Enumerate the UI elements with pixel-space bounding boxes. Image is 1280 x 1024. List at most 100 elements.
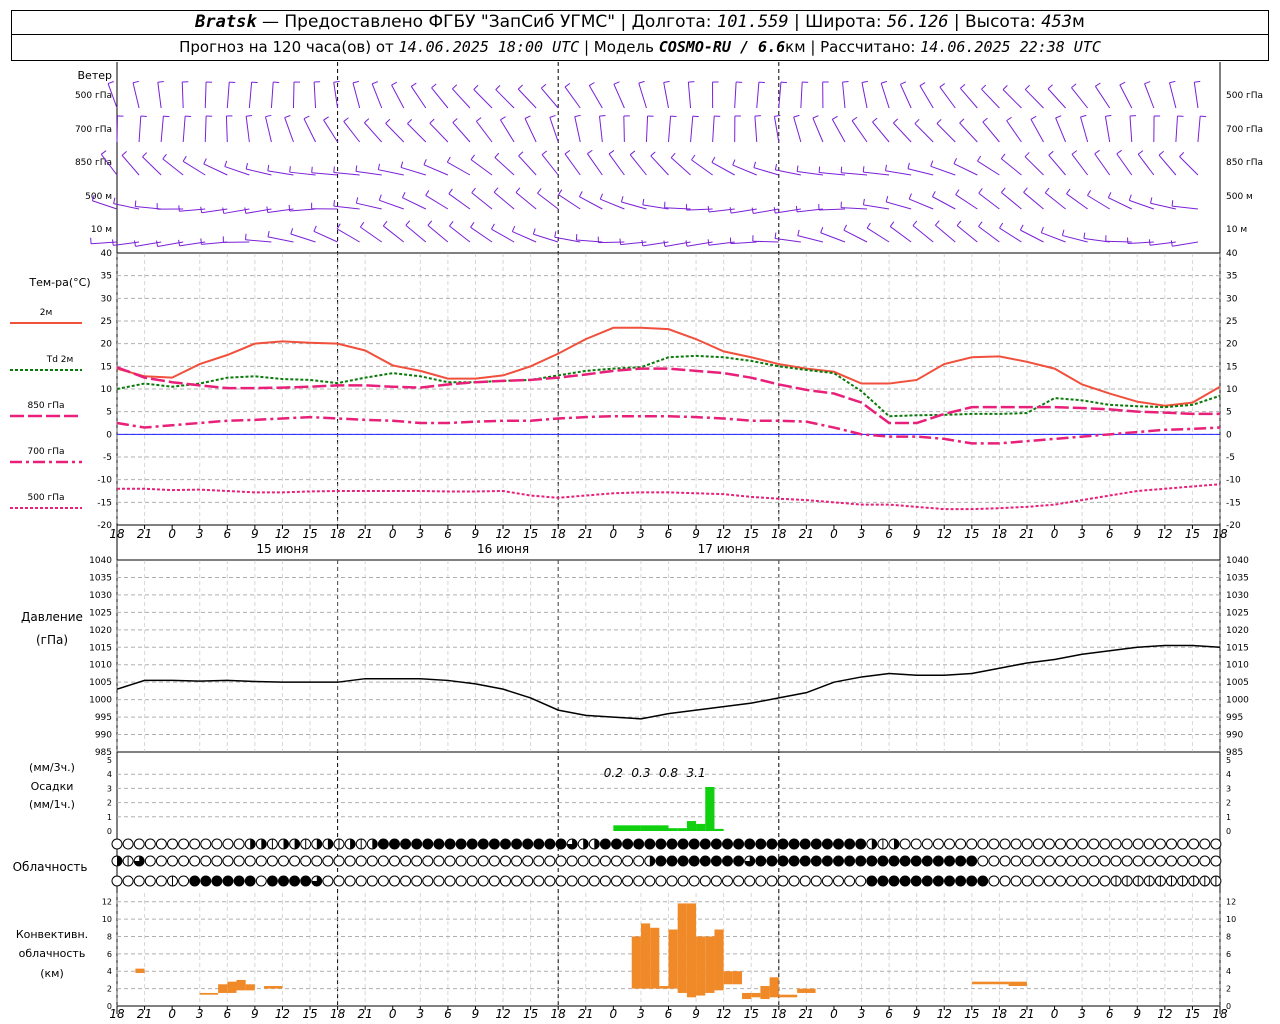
temp-tick-right: 20 <box>1226 340 1238 350</box>
cloud-symbol <box>322 855 334 867</box>
wind-barb-feather <box>1066 188 1071 195</box>
time-tick-label-middle: 0 <box>1051 527 1059 541</box>
time-tick-label-middle: 3 <box>196 527 204 541</box>
wind-barb-feather <box>246 114 253 117</box>
cloud-circle <box>644 838 656 850</box>
wind-barb <box>899 84 912 109</box>
cloud-symbol <box>555 875 567 887</box>
cloud-symbol <box>300 875 312 887</box>
wind-barb <box>919 85 934 109</box>
cloud-symbol <box>500 838 511 850</box>
cloud-symbol <box>1154 855 1166 867</box>
time-tick-label-middle: 0 <box>830 527 838 541</box>
wind-barb-feather <box>245 233 247 240</box>
wind-barb-feather <box>707 239 710 246</box>
wind-barb-feather <box>448 188 453 195</box>
wind-barb <box>1094 153 1111 176</box>
cloud-symbol <box>244 855 256 867</box>
wind-barb <box>181 81 184 109</box>
wind-barb <box>851 120 868 143</box>
cloud-half <box>871 839 877 849</box>
wind-barb <box>935 224 956 243</box>
cloud-circle <box>999 875 1011 887</box>
cloud-symbol <box>300 855 312 867</box>
cloud-symbol <box>1210 875 1222 887</box>
conv-cloud-bar <box>199 992 219 995</box>
wind-barb <box>1071 87 1089 109</box>
cloud-symbol <box>344 855 356 867</box>
wind-barb-feather <box>518 151 524 157</box>
cloud-circle <box>977 875 989 887</box>
conv-tick-right: 8 <box>1226 932 1231 941</box>
wind-barb <box>493 191 515 210</box>
cloud-circle <box>522 855 534 867</box>
wind-barb <box>908 198 934 210</box>
wind-barb <box>1193 82 1199 109</box>
wind-barb-feather <box>851 116 858 122</box>
wind-barb <box>383 225 405 243</box>
cloud-circle <box>544 855 556 867</box>
cloud-circle <box>744 838 756 850</box>
cloud-circle <box>544 838 556 850</box>
wind-barb-feather <box>311 166 313 173</box>
precip-3h-label: 0.8 <box>659 766 678 780</box>
cloud-symbol <box>255 838 267 850</box>
cloud-circle <box>155 855 167 867</box>
wind-barb <box>687 82 692 109</box>
precip-3h-label: 0.3 <box>631 766 650 780</box>
temp-tick-right: 35 <box>1226 272 1237 282</box>
cloud-circle <box>244 875 256 887</box>
wind-barb <box>564 86 581 109</box>
wind-barb <box>313 230 338 243</box>
cloud-circle <box>1043 875 1055 887</box>
cloud-symbol <box>733 875 745 887</box>
wind-barb-feather <box>1119 81 1126 86</box>
wind-barb <box>978 192 1000 210</box>
pressure-tick-right: 1030 <box>1226 591 1249 601</box>
time-tick-label-middle: 18 <box>109 527 125 541</box>
wind-barb <box>245 116 250 143</box>
conv-cloud-bar <box>751 992 761 998</box>
cloud-circle <box>167 855 178 867</box>
wind-barb-feather <box>840 166 843 173</box>
wind-barb-feather <box>476 117 482 122</box>
precip-tick-right: 1 <box>1226 813 1231 822</box>
wind-barb <box>982 121 1000 143</box>
wind-barb <box>313 82 317 109</box>
cloud-circle <box>266 855 278 867</box>
cloud-symbol <box>944 875 955 887</box>
cloud-symbol <box>300 838 312 850</box>
cloud-symbol <box>1088 838 1100 850</box>
wind-barb <box>407 123 427 143</box>
cloud-symbol <box>200 855 212 867</box>
wind-barb <box>549 117 559 143</box>
wind-barb <box>1066 193 1088 210</box>
wind-barb-feather <box>1158 150 1164 156</box>
cloud-circle <box>588 875 600 887</box>
temp-tick-left: -10 <box>97 476 112 486</box>
wind-barb-feather <box>452 84 458 90</box>
cloud-symbol <box>511 838 523 850</box>
wind-barb <box>1116 153 1133 176</box>
cloud-circle <box>555 855 567 867</box>
precip-panel-title: Осадки <box>31 780 74 793</box>
time-tick-label-middle: 12 <box>1157 527 1172 541</box>
cloud-circle <box>666 855 678 867</box>
wind-barb-feather <box>303 115 310 120</box>
cloud-circle <box>588 855 600 867</box>
wind-barb-feather <box>866 222 871 229</box>
cloud-symbol <box>1188 875 1200 887</box>
cloud-circle <box>766 855 778 867</box>
cloud-symbol <box>1154 838 1166 850</box>
wind-barb <box>248 82 253 109</box>
wind-barb-feather <box>908 193 912 200</box>
cloud-symbol <box>955 838 967 850</box>
wind-barb <box>264 116 272 143</box>
time-tick-label-middle: 6 <box>1106 527 1114 541</box>
wind-barb <box>452 122 471 143</box>
cloud-symbol <box>655 875 667 887</box>
cloud-symbol <box>1099 838 1111 850</box>
wind-barb <box>385 123 405 143</box>
cloud-symbol <box>588 875 600 887</box>
wind-barb <box>977 160 1000 176</box>
